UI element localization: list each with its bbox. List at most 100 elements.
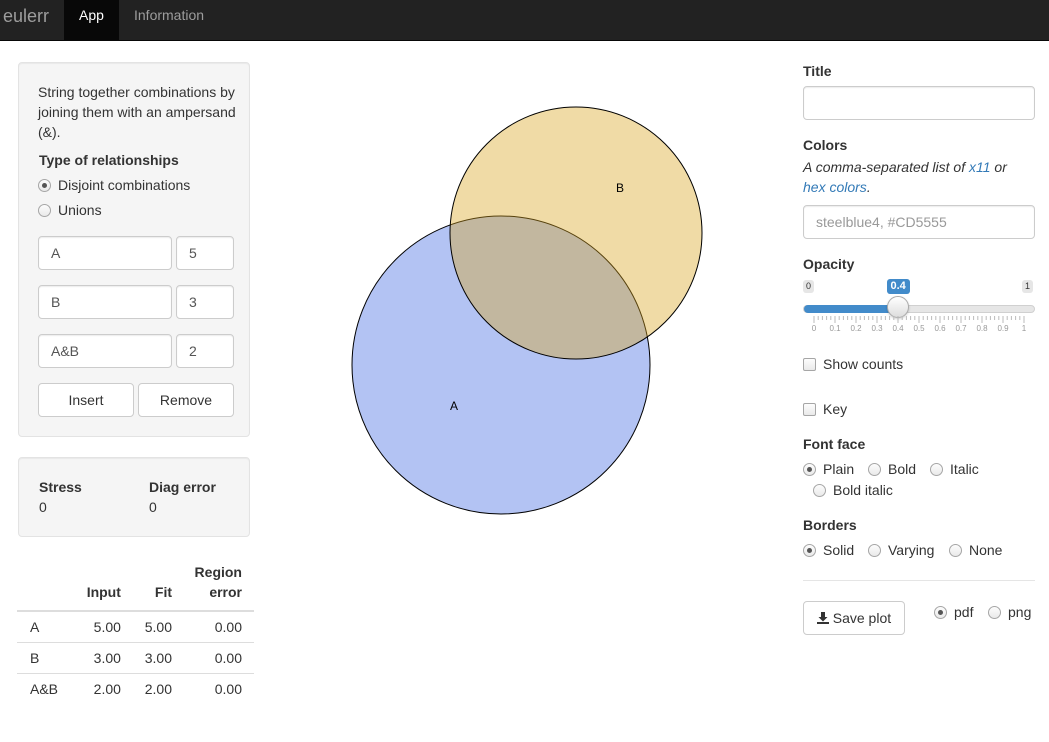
radio-plain[interactable]: Plain xyxy=(803,461,854,477)
radio-indicator[interactable] xyxy=(934,605,947,619)
combo-input-1[interactable]: A xyxy=(38,236,172,270)
set-a-label: A xyxy=(450,399,458,413)
x11-link[interactable]: x11 xyxy=(969,159,991,175)
colors-input[interactable]: steelblue4, #CD5555 xyxy=(803,205,1035,239)
remove-button[interactable]: Remove xyxy=(138,383,234,417)
radio-bold[interactable]: Bold xyxy=(868,461,916,477)
opacity-slider-handle[interactable] xyxy=(887,296,909,318)
radio-label: Plain xyxy=(823,461,855,477)
radio-solid[interactable]: Solid xyxy=(803,542,854,558)
colors-label: Colors xyxy=(803,137,848,153)
table-cell: 0.00 xyxy=(184,673,254,704)
radio-italic[interactable]: Italic xyxy=(930,461,979,477)
radio-label: Solid xyxy=(823,542,855,558)
table-cell: A xyxy=(30,619,40,635)
table-cell: 3.00 xyxy=(74,642,133,674)
divider xyxy=(803,580,1035,581)
radio-varying[interactable]: Varying xyxy=(868,542,934,558)
hex-colors-link[interactable]: hex colors xyxy=(803,179,867,195)
colors-help-prefix: A comma-separated list of xyxy=(803,159,969,175)
radio-indicator[interactable] xyxy=(803,543,816,557)
tab-app[interactable]: App xyxy=(64,0,119,40)
table-header xyxy=(17,558,75,612)
colors-help-mid: or xyxy=(990,159,1007,175)
stats-panel: Stress 0 Diag error 0 xyxy=(18,457,250,537)
opacity-slider-track[interactable] xyxy=(803,305,1035,313)
insert-button[interactable]: Insert xyxy=(38,383,134,417)
table-row: A&B 2.00 2.00 0.00 xyxy=(17,673,254,704)
colors-help: A comma-separated list of x11 or hex colo… xyxy=(803,157,1035,197)
font-face-label: Font face xyxy=(803,436,866,452)
stress-value: 0 xyxy=(39,499,47,515)
diag-error-label: Diag error xyxy=(149,479,216,495)
radio-pdf[interactable]: pdf xyxy=(934,604,973,620)
radio-bold-italic[interactable]: Bold italic xyxy=(813,482,893,498)
slider-tick-label: 0 xyxy=(811,324,817,333)
table-cell: 5.00 xyxy=(144,619,172,635)
slider-tick-label: 0.5 xyxy=(913,324,925,333)
slider-tick-label: 0.6 xyxy=(934,324,946,333)
table-header-row: Input Fit Region error xyxy=(17,558,254,612)
radio-label: Disjoint combinations xyxy=(58,177,191,193)
radio-none[interactable]: None xyxy=(949,542,1002,558)
set-b-circle xyxy=(449,106,703,360)
table-cell: A&B xyxy=(17,673,75,704)
radio-unions[interactable]: Unions xyxy=(38,202,102,218)
save-plot-button[interactable]: Save plot xyxy=(803,601,905,635)
radio-indicator[interactable] xyxy=(930,462,943,476)
table-row: B 3.00 3.00 0.00 xyxy=(17,642,254,674)
help-text: String together combinations by joining … xyxy=(38,84,236,140)
radio-label: Bold italic xyxy=(833,482,893,498)
value-input-2[interactable]: 3 xyxy=(176,285,234,319)
slider-tick-label: 0.7 xyxy=(955,324,967,333)
slider-tick-label: 0.4 xyxy=(892,324,904,333)
table-header: Region error xyxy=(184,558,254,612)
value-input-3[interactable]: 2 xyxy=(176,334,234,368)
radio-indicator[interactable] xyxy=(868,462,881,476)
brand[interactable]: eulerr xyxy=(3,6,49,27)
radio-indicator[interactable] xyxy=(38,203,51,217)
radio-indicator[interactable] xyxy=(988,605,1001,619)
radio-disjoint[interactable]: Disjoint combinations xyxy=(38,177,190,193)
borders-label: Borders xyxy=(803,517,857,533)
slider-tick-label: 0.8 xyxy=(976,324,988,333)
show-counts-checkbox[interactable]: Show counts xyxy=(803,356,903,372)
table-header: Input xyxy=(74,558,133,612)
fit-table: Input Fit Region error A 5.00 5.00 0.00 … xyxy=(17,558,254,704)
diag-error-value: 0 xyxy=(149,499,157,515)
table-header: Fit xyxy=(132,558,184,612)
checkbox-indicator[interactable] xyxy=(803,402,816,416)
slider-max-label: 1 xyxy=(1022,280,1034,293)
slider-ticks xyxy=(813,316,1025,323)
radio-indicator[interactable] xyxy=(949,543,962,557)
radio-png[interactable]: png xyxy=(988,604,1031,620)
table-cell: 0.00 xyxy=(214,619,242,635)
table-cell: 0.00 xyxy=(184,642,254,674)
slider-tick-label: 0.1 xyxy=(829,324,841,333)
tab-information[interactable]: Information xyxy=(119,0,219,40)
euler-plot: A B xyxy=(351,106,703,515)
radio-label: Unions xyxy=(58,202,102,218)
table-cell: 5.00 xyxy=(93,619,121,635)
slider-min-label: 0 xyxy=(803,280,815,293)
radio-indicator[interactable] xyxy=(38,178,51,192)
radio-label: Varying xyxy=(888,542,935,558)
key-checkbox[interactable]: Key xyxy=(803,401,847,417)
radio-label: Bold xyxy=(888,461,917,477)
checkbox-label: Show counts xyxy=(823,356,904,372)
combo-input-2[interactable]: B xyxy=(38,285,172,319)
slider-tick-label: 0.9 xyxy=(997,324,1009,333)
title-input[interactable] xyxy=(803,86,1035,120)
radio-indicator[interactable] xyxy=(813,483,826,497)
radio-indicator[interactable] xyxy=(803,462,816,476)
set-b-label: B xyxy=(616,181,624,195)
radio-label: None xyxy=(969,542,1003,558)
combo-input-3[interactable]: A&B xyxy=(38,334,172,368)
checkbox-indicator[interactable] xyxy=(803,357,816,371)
radio-indicator[interactable] xyxy=(868,543,881,557)
opacity-label: Opacity xyxy=(803,256,855,272)
download-icon xyxy=(816,612,829,624)
value-input-1[interactable]: 5 xyxy=(176,236,234,270)
colors-help-suffix: . xyxy=(866,179,871,195)
slider-value-label: 0.4 xyxy=(886,279,910,294)
